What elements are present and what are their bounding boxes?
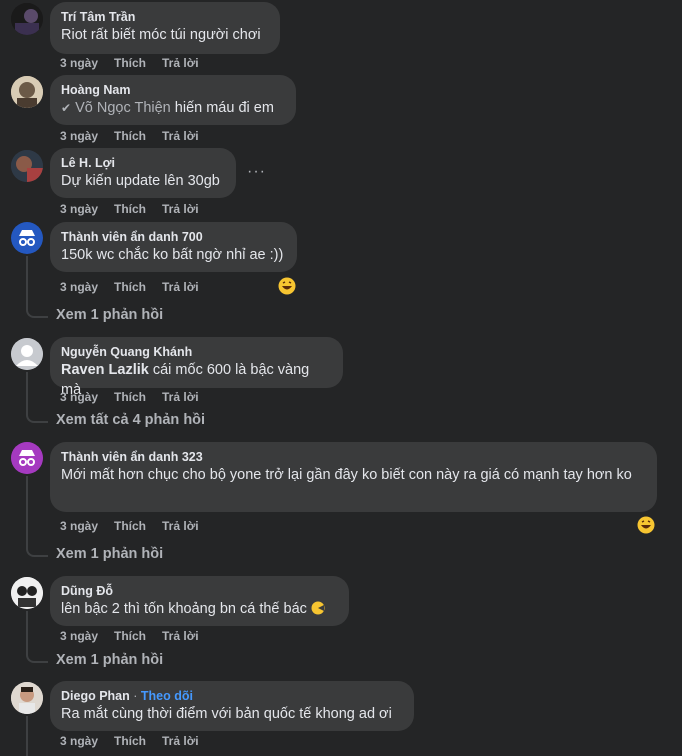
comment-bubble: Thành viên ẩn danh 323 Mới mất hơn chục …: [50, 442, 657, 512]
comment-actions: 3 ngày Thích Trả lời: [60, 629, 215, 643]
thread-line: [26, 611, 28, 652]
like-button[interactable]: Thích: [114, 280, 146, 294]
anonymous-avatar-icon[interactable]: [11, 222, 43, 254]
reply-button[interactable]: Trả lời: [162, 390, 199, 404]
reply-button[interactable]: Trả lời: [162, 56, 199, 70]
comment-actions: 3 ngày Thích Trả lời: [60, 519, 215, 533]
avatar[interactable]: [11, 577, 43, 609]
view-replies-link[interactable]: Xem 1 phản hồi: [56, 652, 163, 668]
comment-bubble: Dũng Đỗ lên bậc 2 thì tốn khoảng bn cá t…: [50, 576, 349, 626]
anonymous-avatar-icon[interactable]: [11, 442, 43, 474]
avatar[interactable]: [11, 682, 43, 714]
like-button[interactable]: Thích: [114, 390, 146, 404]
comment-actions: 3 ngày Thích Trả lời: [60, 129, 215, 143]
comment-text: Riot rất biết móc túi người chơi: [61, 27, 261, 43]
thread-line: [26, 716, 28, 756]
thread-line: [26, 256, 28, 306]
comment-actions: 3 ngày Thích Trả lời: [60, 202, 215, 216]
timestamp[interactable]: 3 ngày: [60, 734, 98, 748]
reply-button[interactable]: Trả lời: [162, 202, 199, 216]
timestamp[interactable]: 3 ngày: [60, 280, 98, 294]
comment-bubble: Thành viên ẩn danh 700 150k wc chắc ko b…: [50, 222, 297, 272]
default-avatar-icon[interactable]: [11, 338, 43, 370]
reply-button[interactable]: Trả lời: [162, 629, 199, 643]
view-replies-link[interactable]: Xem 1 phản hồi: [56, 546, 163, 562]
like-button[interactable]: Thích: [114, 129, 146, 143]
thread-line-corner: [26, 306, 48, 318]
avatar-image: [11, 3, 43, 35]
avatar[interactable]: [11, 3, 43, 35]
mention-link[interactable]: ✔ Võ Ngọc Thiện: [61, 100, 171, 116]
comment-bubble: Trí Tâm Trần Riot rất biết móc túi người…: [50, 2, 280, 54]
avatar-image: [11, 577, 43, 609]
person-icon: [11, 338, 43, 370]
comment-bubble: Lê H. Lợi Dự kiến update lên 30gb: [50, 148, 236, 198]
author-name[interactable]: Thành viên ẩn danh 700: [61, 229, 285, 245]
thread-line-corner: [26, 651, 48, 663]
haha-reaction-icon[interactable]: [637, 516, 655, 534]
timestamp[interactable]: 3 ngày: [60, 202, 98, 216]
incognito-icon: [11, 222, 43, 254]
like-button[interactable]: Thích: [114, 519, 146, 533]
like-button[interactable]: Thích: [114, 629, 146, 643]
reply-button[interactable]: Trả lời: [162, 734, 199, 748]
author-name[interactable]: Thành viên ẩn danh 323: [61, 449, 645, 465]
reply-button[interactable]: Trả lời: [162, 280, 199, 294]
thread-line-corner: [26, 411, 48, 423]
comment-text: ✔ Võ Ngọc Thiện hiến máu đi em: [61, 100, 274, 116]
comment-actions: 3 ngày Thích Trả lời: [60, 280, 215, 294]
like-button[interactable]: Thích: [114, 56, 146, 70]
timestamp[interactable]: 3 ngày: [60, 629, 98, 643]
follow-button[interactable]: Theo dõi: [141, 689, 193, 703]
haha-reaction-icon[interactable]: [278, 277, 296, 295]
author-name[interactable]: Hoàng Nam: [61, 82, 284, 98]
reply-button[interactable]: Trả lời: [162, 129, 199, 143]
timestamp[interactable]: 3 ngày: [60, 519, 98, 533]
comment-actions: 3 ngày Thích Trả lời: [60, 56, 215, 70]
author-name[interactable]: Diego Phan · Theo dõi: [61, 688, 402, 704]
verified-icon: ✔: [61, 101, 72, 115]
comment-bubble: Diego Phan · Theo dõi Ra mắt cùng thời đ…: [50, 681, 414, 731]
author-name[interactable]: Dũng Đỗ: [61, 583, 337, 599]
timestamp[interactable]: 3 ngày: [60, 129, 98, 143]
thread-line: [26, 372, 28, 412]
like-button[interactable]: Thích: [114, 734, 146, 748]
author-name[interactable]: Lê H. Lợi: [61, 155, 224, 171]
thread-line-corner: [26, 545, 48, 557]
comment-bubble: Hoàng Nam ✔ Võ Ngọc Thiện hiến máu đi em: [50, 75, 296, 125]
comment-actions: 3 ngày Thích Trả lời: [60, 390, 215, 404]
timestamp[interactable]: 3 ngày: [60, 390, 98, 404]
comment-text: 150k wc chắc ko bất ngờ nhỉ ae :)): [61, 247, 284, 263]
avatar-image: [11, 76, 43, 108]
view-replies-link[interactable]: Xem 1 phản hồi: [56, 307, 163, 323]
comment-text: Dự kiến update lên 30gb: [61, 173, 220, 189]
comment-text: Mới mất hơn chục cho bộ yone trở lại gần…: [61, 467, 632, 483]
reply-button[interactable]: Trả lời: [162, 519, 199, 533]
avatar-image: [11, 682, 43, 714]
comment-text: Ra mắt cùng thời điểm với bản quốc tế kh…: [61, 706, 392, 722]
incognito-icon: [11, 442, 43, 474]
avatar[interactable]: [11, 150, 43, 182]
mention-link[interactable]: Raven Lazlik: [61, 362, 149, 378]
timestamp[interactable]: 3 ngày: [60, 56, 98, 70]
comment-text: lên bậc 2 thì tốn khoảng bn cá thế bác: [61, 599, 337, 619]
more-options-icon[interactable]: ···: [247, 163, 266, 181]
avatar[interactable]: [11, 76, 43, 108]
comment-actions: 3 ngày Thích Trả lời: [60, 734, 215, 748]
avatar-image: [11, 150, 43, 182]
comment-bubble: Nguyễn Quang Khánh Raven Lazlik cái mốc …: [50, 337, 343, 398]
emoji-icon: [311, 601, 325, 615]
thread-line: [26, 476, 28, 546]
like-button[interactable]: Thích: [114, 202, 146, 216]
view-replies-link[interactable]: Xem tất cả 4 phản hồi: [56, 412, 205, 428]
author-name[interactable]: Nguyễn Quang Khánh: [61, 344, 331, 360]
author-name[interactable]: Trí Tâm Trần: [61, 9, 268, 25]
